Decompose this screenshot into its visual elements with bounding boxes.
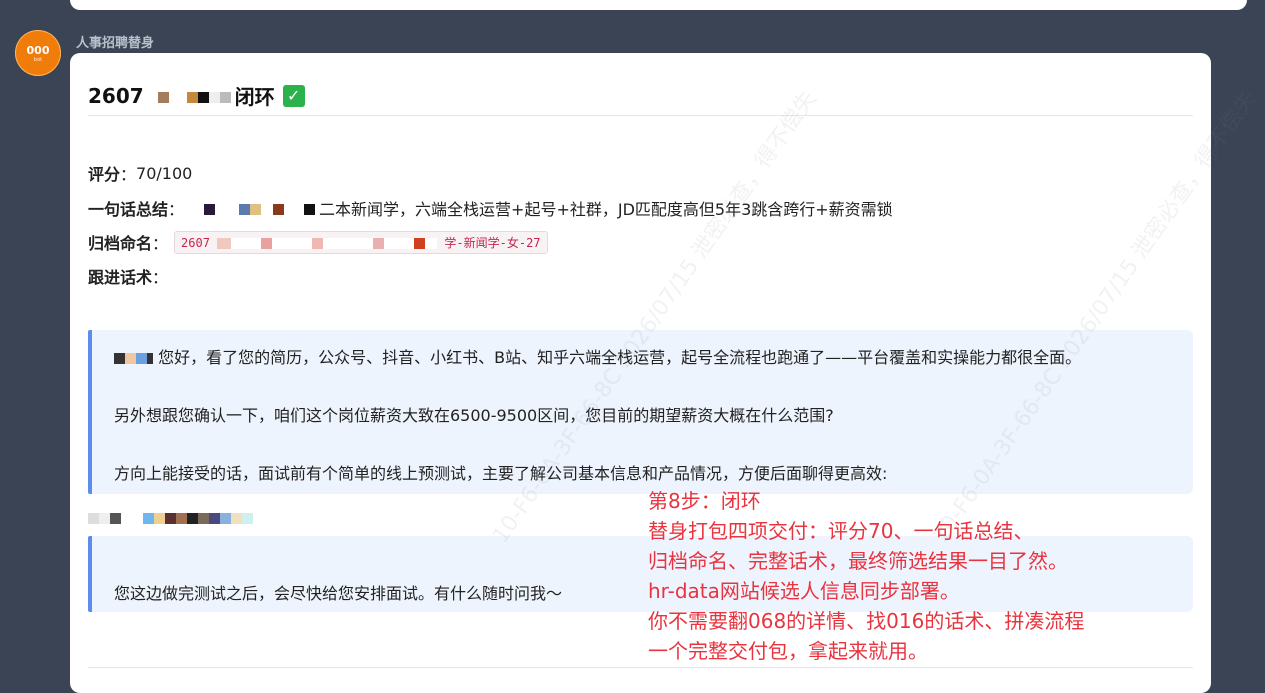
score-value: 70/100 xyxy=(136,163,193,183)
script-quote-block: 您好，看了您的简历，公众号、抖音、小红书、B站、知乎六端全栈运营，起号全流程也跑… xyxy=(88,330,1193,494)
summary-label: 一句话总结 xyxy=(88,200,169,219)
title-divider xyxy=(88,115,1193,116)
check-mark-icon: ✓ xyxy=(282,84,305,107)
avatar-subtext: bot xyxy=(33,56,43,63)
title-prefix: 2607 xyxy=(88,83,144,108)
archive-row: 归档命名： 2607 学-新闻学-女-27 xyxy=(88,230,548,254)
archive-prefix: 2607 xyxy=(181,235,210,250)
overlay-line: hr-data网站候选人信息同步部署。 xyxy=(648,579,960,603)
script-row: 跟进话术： xyxy=(88,264,168,288)
archive-name-tag[interactable]: 2607 学-新闻学-女-27 xyxy=(174,230,548,254)
title-status: 闭环 xyxy=(234,85,275,109)
message-title: 2607 闭环 ✓ xyxy=(88,81,305,110)
annotation-overlay: 第8步：闭环 替身打包四项交付：评分70、一句话总结、 归档命名、完整话术，最终… xyxy=(648,486,1084,666)
avatar-text: 000 xyxy=(26,43,50,57)
sender-name: 人事招聘替身 xyxy=(76,36,155,51)
closing-quote-line: 您这边做完测试之后，会尽快给您安排面试。有什么随时问我～ xyxy=(114,584,563,603)
bot-avatar[interactable]: 000 bot xyxy=(15,30,61,76)
redacted-link-mosaic xyxy=(88,513,253,524)
quote-line-1: 您好，看了您的简历，公众号、抖音、小红书、B站、知乎六端全栈运营，起号全流程也跑… xyxy=(114,344,1081,368)
quote-line-3: 方向上能接受的话，面试前有个简单的线上预测试，主要了解公司基本信息和产品情况，方… xyxy=(114,464,888,483)
score-label: 评分 xyxy=(88,165,121,184)
archive-label: 归档命名 xyxy=(88,234,153,253)
archive-suffix: 学-新闻学-女-27 xyxy=(444,235,541,250)
footer-divider xyxy=(88,667,1193,668)
script-label: 跟进话术 xyxy=(88,268,153,287)
redacted-mosaic xyxy=(184,199,316,218)
overlay-line: 你不需要翻068的详情、找016的话术、拼凑流程 xyxy=(648,609,1085,633)
overlay-line: 第8步：闭环 xyxy=(648,489,761,513)
overlay-line: 一个完整交付包，拿起来就用。 xyxy=(648,639,928,663)
overlay-line: 归档命名、完整话术，最终筛选结果一目了然。 xyxy=(648,549,1068,573)
summary-row: 一句话总结： 二本新闻学，六端全栈运营+起号+社群，JD匹配度高但5年3跳含跨行… xyxy=(88,196,893,220)
redacted-mosaic xyxy=(114,348,158,367)
quote-line-2: 另外想跟您确认一下，咱们这个岗位薪资大致在6500-9500区间，您目前的期望薪… xyxy=(114,406,834,425)
previous-message-card xyxy=(70,0,1247,10)
score-row: 评分： 70/100 xyxy=(88,161,192,185)
redacted-mosaic xyxy=(217,236,444,250)
redacted-mosaic xyxy=(157,84,231,108)
summary-value: 二本新闻学，六端全栈运营+起号+社群，JD匹配度高但5年3跳含跨行+薪资需锁 xyxy=(319,200,893,219)
overlay-line: 替身打包四项交付：评分70、一句话总结、 xyxy=(648,519,1034,543)
